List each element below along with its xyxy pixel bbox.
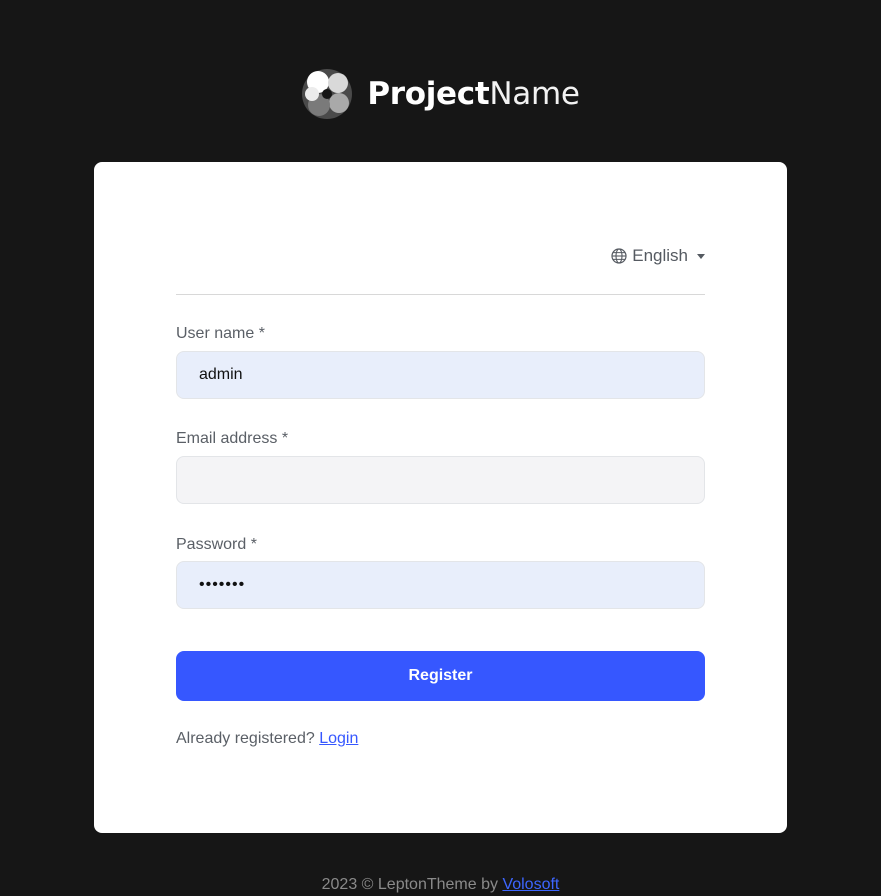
brand-name-light: Name (489, 75, 580, 112)
already-registered-text: Already registered? (176, 730, 315, 747)
divider (176, 294, 705, 295)
username-label: User name * (176, 325, 265, 342)
volosoft-link[interactable]: Volosoft (502, 876, 559, 893)
footer-text: 2023 © LeptonTheme by (321, 876, 498, 893)
login-link[interactable]: Login (319, 730, 358, 747)
brand-name-bold: Project (367, 75, 490, 112)
language-selector[interactable]: English (611, 246, 705, 266)
password-input[interactable] (176, 561, 705, 609)
footer: 2023 © LeptonTheme by Volosoft (0, 876, 881, 894)
already-registered: Already registered? Login (176, 730, 358, 748)
language-label: English (632, 246, 688, 265)
email-label: Email address * (176, 430, 289, 447)
register-card: English User name * Email address * Pass… (94, 162, 787, 833)
username-input[interactable] (176, 351, 705, 399)
chevron-down-icon (697, 253, 705, 259)
brand-name: ProjectName (367, 75, 580, 112)
password-label: Password * (176, 536, 257, 553)
email-input[interactable] (176, 456, 705, 504)
brand-header: ProjectName (0, 66, 881, 122)
register-button[interactable]: Register (176, 651, 705, 701)
globe-icon (611, 248, 627, 264)
brand-logo-icon (302, 69, 353, 119)
